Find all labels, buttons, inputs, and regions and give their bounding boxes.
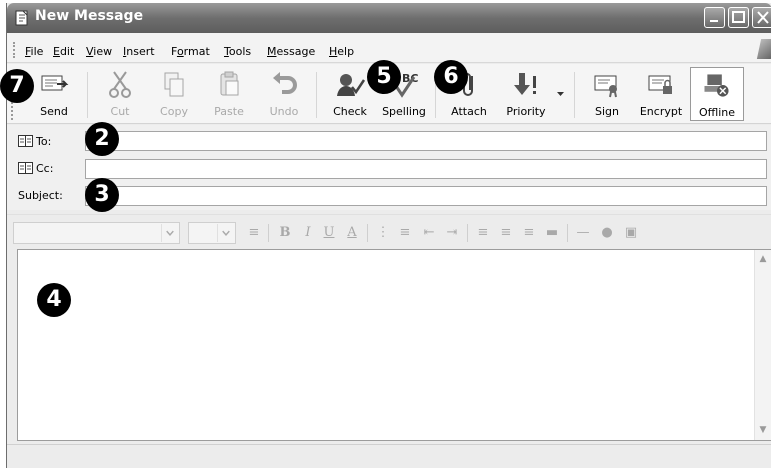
- undo-label: Undo: [269, 105, 299, 118]
- paragraph-style-icon[interactable]: ≡: [244, 223, 264, 243]
- menu-format[interactable]: Format: [171, 45, 210, 58]
- menu-message-mnemonic: M: [267, 45, 277, 58]
- format-separator: [367, 224, 368, 242]
- menu-tools-rest: ools: [228, 45, 252, 58]
- address-book-icon: [18, 135, 33, 147]
- insert-picture-icon[interactable]: ▣: [621, 223, 641, 243]
- align-right-icon[interactable]: ≡: [519, 223, 539, 243]
- cc-label: Cc:: [36, 162, 54, 175]
- scroll-down-icon[interactable]: ▼: [755, 422, 771, 439]
- cc-field[interactable]: [85, 159, 767, 179]
- offline-icon: [704, 74, 729, 97]
- paste-icon: [220, 71, 239, 96]
- subject-field[interactable]: [85, 186, 767, 206]
- menu-view[interactable]: View: [86, 45, 112, 58]
- encrypt-button[interactable]: Encrypt: [634, 67, 688, 121]
- title-bar[interactable]: New Message: [7, 3, 771, 33]
- priority-button[interactable]: Priority: [499, 67, 553, 121]
- menu-grip[interactable]: [13, 42, 15, 58]
- message-header-fields: To: Cc: Subject:: [7, 125, 771, 210]
- offline-label: Offline: [698, 106, 736, 119]
- undo-button[interactable]: Undo: [257, 67, 311, 121]
- format-separator: [567, 224, 568, 242]
- priority-icon: [514, 73, 536, 95]
- cut-icon: [109, 71, 131, 98]
- minimize-icon: [710, 20, 718, 22]
- menu-view-rest: iew: [93, 45, 113, 58]
- address-book-icon: [18, 162, 33, 174]
- justify-icon[interactable]: ▬: [542, 223, 562, 243]
- priority-dropdown-icon[interactable]: [557, 92, 564, 97]
- window-title: New Message: [35, 8, 144, 24]
- menu-edit-rest: dit: [59, 45, 75, 58]
- menu-insert-rest: nsert: [126, 45, 155, 58]
- bullet-list-icon[interactable]: ≡: [395, 223, 415, 243]
- menu-help-rest: elp: [337, 45, 355, 58]
- menu-edit[interactable]: Edit: [53, 45, 74, 58]
- to-label-button[interactable]: To:: [18, 135, 51, 148]
- chevron-down-icon: [161, 224, 174, 242]
- increase-indent-icon[interactable]: ⇥: [442, 223, 462, 243]
- message-body[interactable]: ▲ ▼: [17, 249, 771, 441]
- new-message-icon: [15, 10, 28, 26]
- font-size-combo[interactable]: [188, 222, 236, 244]
- offline-button[interactable]: Offline: [690, 67, 744, 121]
- send-label: Send: [40, 105, 68, 118]
- scroll-up-icon[interactable]: ▲: [755, 251, 771, 268]
- callout-3: 3: [85, 178, 119, 212]
- font-name-combo[interactable]: [13, 222, 180, 244]
- horizontal-line-icon[interactable]: —: [573, 223, 593, 243]
- to-label: To:: [36, 135, 52, 148]
- undo-icon: [273, 72, 297, 94]
- maximize-icon: [732, 11, 745, 23]
- to-field[interactable]: [85, 131, 767, 151]
- minimize-button[interactable]: [704, 7, 725, 28]
- menu-message[interactable]: Message: [267, 45, 315, 58]
- send-icon: [41, 75, 69, 91]
- close-icon: [757, 11, 769, 24]
- callout-6: 6: [434, 60, 468, 94]
- encrypt-icon: [648, 75, 672, 94]
- menu-bar: File Edit View Insert Format Tools Messa…: [7, 33, 771, 63]
- menu-format-mnemonic: o: [176, 45, 184, 58]
- menu-file[interactable]: File: [25, 45, 43, 58]
- menu-insert[interactable]: Insert: [123, 45, 155, 58]
- menu-help[interactable]: Help: [329, 45, 354, 58]
- body-scrollbar[interactable]: ▲ ▼: [754, 250, 771, 440]
- spelling-label: Spelling: [382, 105, 426, 118]
- menu-message-rest: essage: [276, 45, 316, 58]
- callout-5: 5: [367, 60, 401, 94]
- subject-label: Subject:: [18, 189, 63, 202]
- callout-7: 7: [0, 69, 34, 103]
- menu-format-rest: rmat: [183, 45, 210, 58]
- windows-logo-icon: [756, 39, 771, 59]
- numbered-list-icon[interactable]: ⋮: [373, 223, 393, 243]
- priority-label: Priority: [506, 105, 546, 118]
- format-separator: [467, 224, 468, 242]
- send-button[interactable]: Send: [27, 67, 81, 121]
- callout-2: 2: [85, 122, 119, 156]
- menu-edit-mnemonic: E: [53, 45, 60, 58]
- hyperlink-icon[interactable]: ●: [597, 223, 617, 243]
- menu-file-rest: ile: [30, 45, 44, 58]
- formatting-toolbar: ≡ B I U A ⋮ ≡ ⇤ ⇥ ≡ ≡ ≡ ▬ — ● ▣: [7, 214, 771, 248]
- cc-label-button[interactable]: Cc:: [18, 162, 53, 175]
- align-left-icon[interactable]: ≡: [473, 223, 493, 243]
- sign-icon: [594, 75, 617, 98]
- menu-tools[interactable]: Tools: [224, 45, 251, 58]
- maximize-button[interactable]: [728, 7, 749, 28]
- callout-4: 4: [37, 283, 71, 317]
- underline-icon[interactable]: U: [319, 223, 339, 243]
- font-color-icon[interactable]: A: [342, 223, 362, 243]
- align-center-icon[interactable]: ≡: [496, 223, 516, 243]
- italic-icon[interactable]: I: [298, 223, 318, 243]
- decrease-indent-icon[interactable]: ⇤: [419, 223, 439, 243]
- chevron-down-icon: [217, 224, 230, 242]
- format-separator: [268, 224, 269, 242]
- status-bar: [7, 444, 771, 468]
- copy-icon: [164, 72, 184, 97]
- bold-icon[interactable]: B: [275, 223, 295, 243]
- close-button[interactable]: [752, 7, 771, 28]
